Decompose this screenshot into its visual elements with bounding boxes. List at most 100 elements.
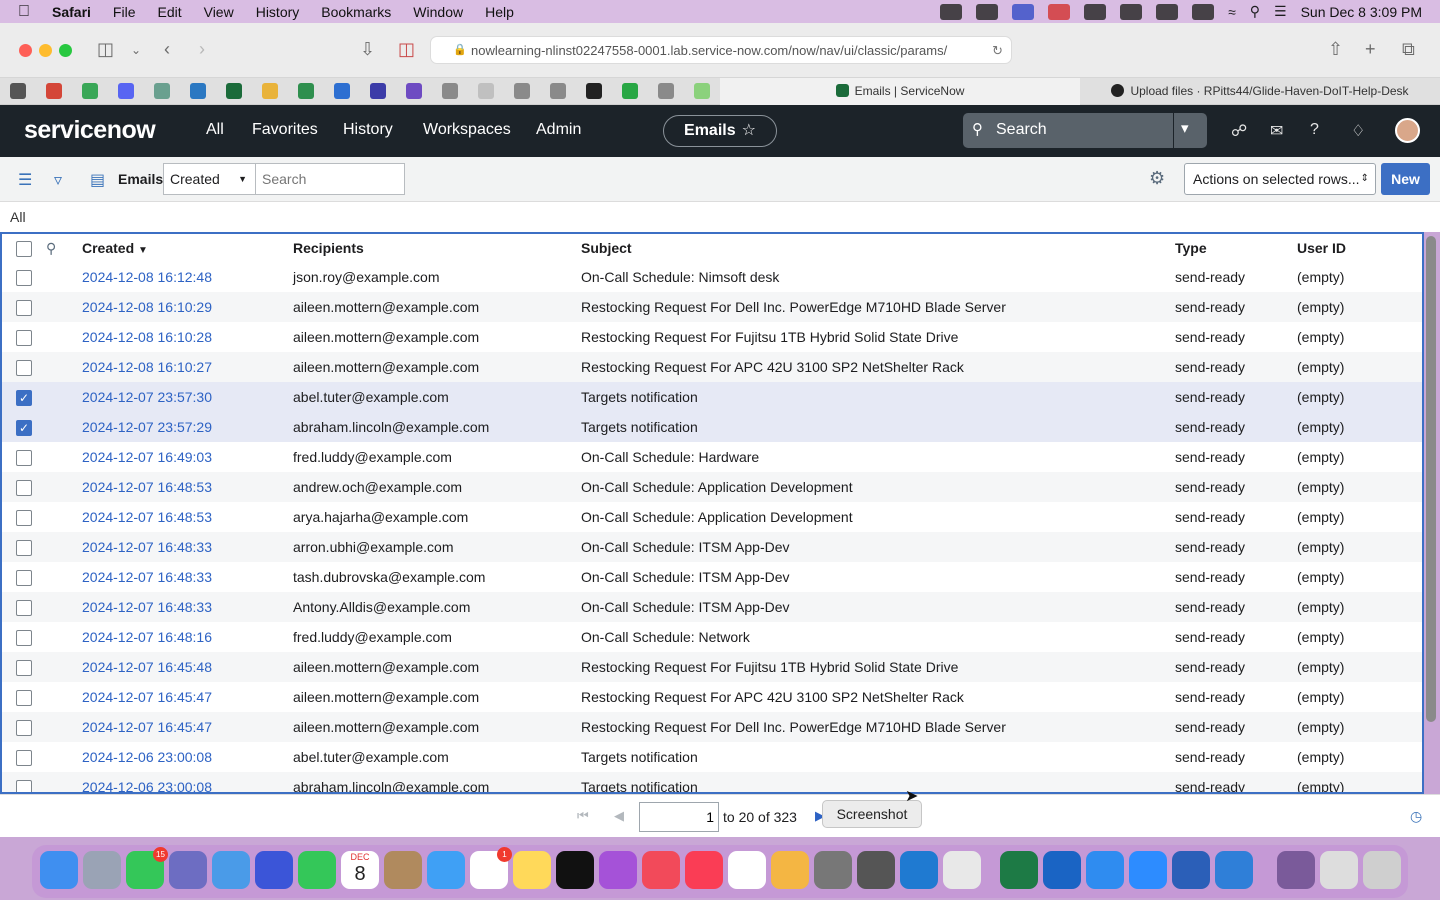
photos-icon[interactable]	[771, 851, 809, 889]
tab-github[interactable]: Upload files · RPitts44/Glide-Haven-DoIT…	[1080, 78, 1440, 105]
row-checkbox[interactable]: ✓	[16, 419, 32, 436]
table-row[interactable]: 2024-12-08 16:12:48 json.roy@example.com O…	[2, 262, 1422, 292]
table-row[interactable]: ✓ 2024-12-07 23:57:30 abel.tuter@example.c…	[2, 382, 1422, 412]
table-row[interactable]: 2024-12-06 23:00:08 abraham.lincoln@examp…	[2, 772, 1422, 792]
menu-window[interactable]: Window	[413, 4, 463, 20]
column-header-recipients[interactable]: Recipients	[293, 234, 581, 262]
menu-app-name[interactable]: Safari	[52, 4, 91, 20]
page-number-input[interactable]	[639, 802, 719, 832]
globe-icon[interactable]: ☍	[1231, 121, 1247, 141]
row-checkbox[interactable]	[16, 449, 32, 466]
row-checkbox[interactable]	[16, 599, 32, 616]
star-icon[interactable]: ☆	[742, 122, 756, 139]
bookmark-info-icon[interactable]	[406, 83, 422, 99]
apple-tv-icon[interactable]	[556, 851, 594, 889]
row-checkbox[interactable]	[16, 719, 32, 736]
zoom-window-button[interactable]	[59, 44, 72, 57]
search-field-select[interactable]: Created ▼	[163, 163, 256, 195]
created-link[interactable]: 2024-12-08 16:10:27	[82, 359, 212, 375]
windows-app-icon[interactable]	[1215, 851, 1253, 889]
row-checkbox[interactable]	[16, 269, 32, 286]
news-icon[interactable]	[642, 851, 680, 889]
word-icon[interactable]	[1172, 851, 1210, 889]
bell-icon[interactable]: ♢	[1351, 121, 1365, 141]
launchpad-icon[interactable]	[83, 851, 121, 889]
bookmark-m-icon[interactable]	[550, 83, 566, 99]
servicenow-bookmark-icon[interactable]	[226, 83, 242, 99]
tray-app-icon[interactable]	[940, 3, 963, 20]
created-link[interactable]: 2024-12-07 16:48:53	[82, 479, 212, 495]
bookmark-azure-icon[interactable]	[190, 83, 206, 99]
table-row[interactable]: 2024-12-08 16:10:29 aileen.mottern@exampl…	[2, 292, 1422, 322]
screenshot-app-icon[interactable]	[857, 851, 895, 889]
row-checkbox[interactable]	[16, 569, 32, 586]
new-tab-icon[interactable]: +	[1365, 39, 1376, 60]
nav-workspaces[interactable]: Workspaces	[423, 121, 511, 139]
table-row[interactable]: 2024-12-07 16:48:33 tash.dubrovska@exampl…	[2, 562, 1422, 592]
row-checkbox[interactable]	[16, 539, 32, 556]
row-checkbox[interactable]	[16, 689, 32, 706]
bookmark-s-icon[interactable]	[442, 83, 458, 99]
outlook-icon[interactable]	[1043, 851, 1081, 889]
rocket-icon[interactable]	[169, 851, 207, 889]
downloads-stack-icon[interactable]	[1320, 851, 1358, 889]
apple-menu-icon[interactable]: 	[18, 3, 38, 21]
table-row[interactable]: 2024-12-07 16:45:47 aileen.mottern@exampl…	[2, 712, 1422, 742]
facetime-icon[interactable]	[298, 851, 336, 889]
music-icon[interactable]	[685, 851, 723, 889]
table-row[interactable]: 2024-12-06 23:00:08 abel.tuter@example.co…	[2, 742, 1422, 772]
nav-history[interactable]: History	[343, 121, 393, 139]
menu-bookmarks[interactable]: Bookmarks	[321, 4, 391, 20]
google-docs-icon[interactable]	[334, 83, 350, 99]
calendar-icon[interactable]: DEC 8	[341, 851, 379, 889]
bookmark-flag-icon[interactable]	[622, 83, 638, 99]
notes-icon[interactable]	[513, 851, 551, 889]
maps-icon[interactable]	[212, 851, 250, 889]
wifi-icon[interactable]: ≈	[1228, 4, 1236, 20]
created-link[interactable]: 2024-12-07 16:49:03	[82, 449, 212, 465]
gear-icon[interactable]: ⚙	[1149, 168, 1165, 189]
trash-icon[interactable]	[1363, 851, 1401, 889]
tray-grid-icon[interactable]	[976, 3, 999, 20]
table-row[interactable]: 2024-12-07 16:48:53 andrew.och@example.co…	[2, 472, 1422, 502]
table-row[interactable]: 2024-12-08 16:10:28 aileen.mottern@exampl…	[2, 322, 1422, 352]
bookmark-openai-icon[interactable]	[154, 83, 170, 99]
created-link[interactable]: 2024-12-07 16:48:53	[82, 509, 212, 525]
reminders-icon[interactable]: 1	[470, 847, 512, 889]
help-icon[interactable]: ?	[1310, 121, 1319, 139]
excel-icon[interactable]	[1000, 851, 1038, 889]
created-link[interactable]: 2024-12-07 16:45:47	[82, 689, 212, 705]
chat-icon[interactable]: ✉	[1270, 121, 1283, 141]
extension-shield-icon[interactable]: ◫	[398, 39, 415, 60]
bookmark-w-icon[interactable]	[10, 83, 26, 99]
podcasts-icon[interactable]	[599, 851, 637, 889]
safari-icon[interactable]	[1086, 851, 1124, 889]
battery-icon[interactable]	[1192, 3, 1215, 20]
menu-help[interactable]: Help	[485, 4, 514, 20]
table-row[interactable]: 2024-12-07 16:45:48 aileen.mottern@exampl…	[2, 652, 1422, 682]
bookmark-green-icon[interactable]	[298, 83, 314, 99]
row-checkbox[interactable]	[16, 779, 32, 792]
new-button[interactable]: New	[1381, 163, 1430, 195]
table-row[interactable]: 2024-12-07 16:48:33 arron.ubhi@example.co…	[2, 532, 1422, 562]
servicenow-logo[interactable]: servicenow	[24, 116, 156, 145]
address-bar[interactable]: 🔒 nowlearning-nlinst02247558-0001.lab.se…	[430, 36, 1012, 64]
row-checkbox[interactable]	[16, 509, 32, 526]
notion-icon[interactable]	[728, 851, 766, 889]
created-link[interactable]: 2024-12-07 23:57:29	[82, 419, 212, 435]
spotlight-search-icon[interactable]: ⚲	[1250, 3, 1260, 20]
created-link[interactable]: 2024-12-07 16:45:48	[82, 659, 212, 675]
row-checkbox[interactable]	[16, 749, 32, 766]
bookmark-sheets-icon[interactable]	[82, 83, 98, 99]
search-icon[interactable]: ⚲	[46, 240, 56, 256]
menu-view[interactable]: View	[204, 4, 234, 20]
back-icon[interactable]: ‹	[164, 39, 170, 60]
tab-overview-icon[interactable]: ⧉	[1402, 39, 1415, 60]
bookmark-k-icon[interactable]	[514, 83, 530, 99]
breadcrumb-all[interactable]: All	[10, 209, 26, 225]
avatar[interactable]	[1395, 118, 1420, 143]
list-search-input[interactable]	[255, 163, 405, 195]
created-link[interactable]: 2024-12-07 16:48:33	[82, 569, 212, 585]
created-link[interactable]: 2024-12-07 23:57:30	[82, 389, 212, 405]
row-checkbox[interactable]: ✓	[16, 389, 32, 406]
